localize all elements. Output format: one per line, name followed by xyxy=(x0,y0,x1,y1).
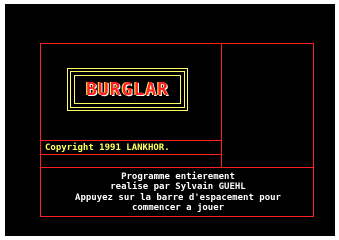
logo-title: BURGLAR xyxy=(86,78,169,100)
copyright-panel-bottom-line xyxy=(40,154,222,155)
credit-line-1: Programme entierement xyxy=(121,172,235,182)
start-instruction: Appuyez sur la barre d'espacement pour c… xyxy=(43,193,313,213)
instruction-line-2: commencer a jouer xyxy=(131,203,225,213)
copyright-text: Copyright 1991 LANKHOR. xyxy=(45,143,170,153)
text-section-top-line xyxy=(40,167,314,168)
logo-panel-bottom-line xyxy=(40,140,222,141)
credit-text: Programme entierement realise par Sylvai… xyxy=(43,172,313,192)
game-logo: BURGLAR xyxy=(67,68,188,111)
logo-border: BURGLAR xyxy=(70,71,185,108)
logo-panel: BURGLAR xyxy=(74,75,181,104)
screen: BURGLAR Copyright 1991 LANKHOR. Programm… xyxy=(0,0,339,240)
credit-line-2: realise par Sylvain GUEHL xyxy=(110,182,246,192)
instruction-line-1: Appuyez sur la barre d'espacement pour xyxy=(75,193,281,203)
right-panel-divider xyxy=(221,43,222,168)
